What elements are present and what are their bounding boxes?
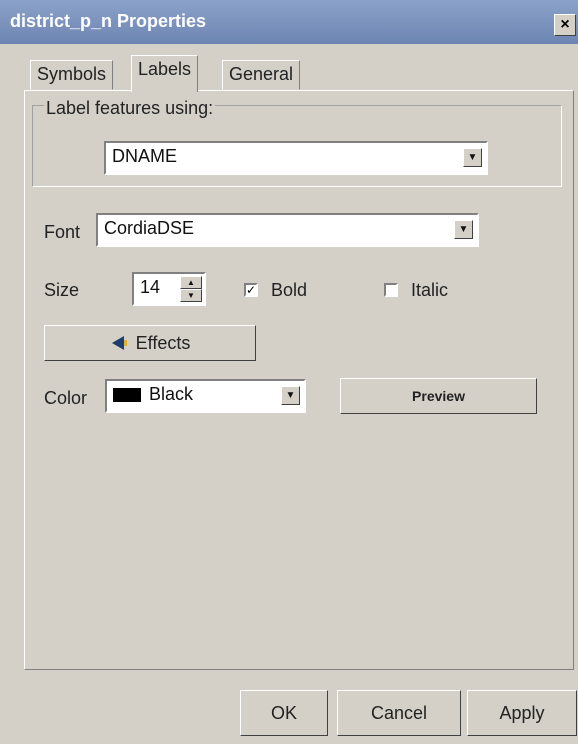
- tab-symbols[interactable]: Symbols: [30, 60, 114, 90]
- font-value: CordiaDSE: [104, 218, 195, 238]
- chevron-down-icon[interactable]: ▼: [454, 220, 473, 239]
- bold-label: Bold: [271, 280, 308, 300]
- bold-checkbox[interactable]: ✓: [244, 283, 258, 297]
- tab-labels[interactable]: Labels: [131, 55, 199, 92]
- check-icon: ✓: [246, 283, 257, 297]
- label-field-dropdown[interactable]: DNAME ▼: [104, 141, 488, 175]
- apply-button[interactable]: Apply: [467, 690, 577, 736]
- color-label: Color: [44, 388, 88, 408]
- size-label: Size: [44, 280, 80, 300]
- close-icon: ×: [560, 16, 570, 33]
- italic-label: Italic: [411, 280, 449, 300]
- chevron-up-icon[interactable]: ▲: [180, 276, 202, 289]
- size-stepper[interactable]: 14 ▲ ▼: [132, 272, 206, 306]
- cancel-button[interactable]: Cancel: [337, 690, 461, 736]
- preview-button[interactable]: Preview: [340, 378, 537, 414]
- color-dropdown[interactable]: Black ▼: [105, 379, 306, 413]
- label-features-group-title: Label features using:: [44, 98, 216, 119]
- font-dropdown[interactable]: CordiaDSE ▼: [96, 213, 479, 247]
- ok-label: OK: [270, 702, 297, 723]
- preview-label: Preview: [412, 388, 465, 404]
- effects-button[interactable]: Effects: [44, 325, 256, 361]
- chevron-down-icon[interactable]: ▼: [281, 386, 300, 405]
- window-title: district_p_n Properties: [10, 11, 207, 31]
- apply-label: Apply: [499, 702, 545, 723]
- label-field-value: DNAME: [112, 146, 178, 166]
- cancel-label: Cancel: [370, 702, 428, 723]
- ok-button[interactable]: OK: [240, 690, 328, 736]
- chevron-down-icon[interactable]: ▼: [180, 289, 202, 302]
- megaphone-icon: [111, 336, 127, 350]
- tab-general[interactable]: General: [222, 60, 301, 90]
- color-swatch: [113, 388, 141, 403]
- close-button[interactable]: ×: [554, 14, 576, 36]
- color-value: Black: [149, 384, 194, 404]
- font-label: Font: [44, 222, 81, 242]
- effects-label: Effects: [135, 332, 191, 353]
- chevron-down-icon[interactable]: ▼: [463, 148, 482, 167]
- italic-checkbox[interactable]: [384, 283, 398, 297]
- size-value: 14: [140, 277, 161, 297]
